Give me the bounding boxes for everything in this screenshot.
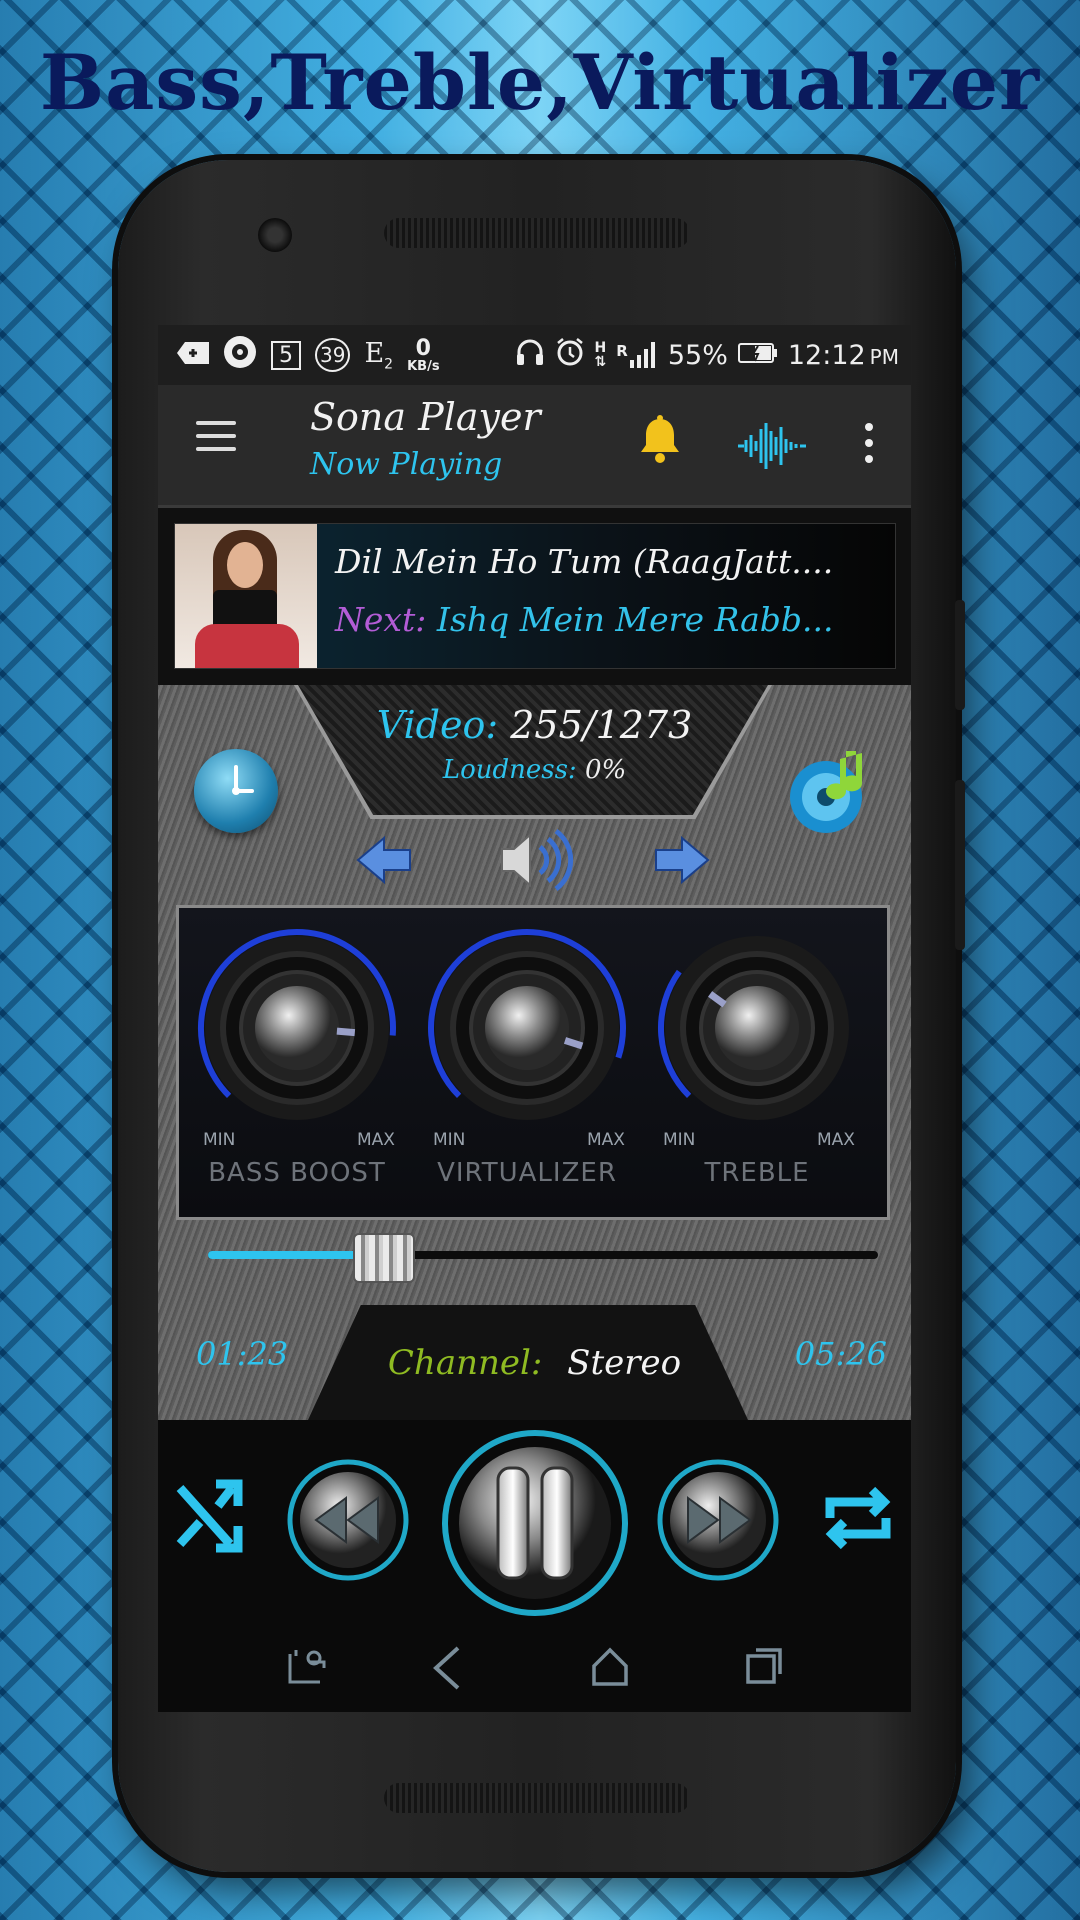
app-title: Sona Player [310, 395, 541, 439]
volume-icon[interactable] [498, 825, 578, 899]
app-subtitle: Now Playing [310, 447, 503, 482]
channel-readout: Channel: Stereo [158, 1343, 911, 1383]
data-rate: 0 KB/s [407, 335, 440, 374]
status-bar: 5 39 E2 0 KB/s H ⇅ R 55% 12:12 PM [158, 325, 911, 385]
knob-min-label: MIN [663, 1130, 696, 1150]
add-notification-icon [177, 340, 209, 371]
bell-icon[interactable] [638, 415, 682, 476]
album-art [175, 524, 317, 668]
next-label: Next: [335, 600, 427, 639]
app-bar: Sona Player Now Playing [158, 385, 911, 508]
sleep-timer-icon[interactable] [194, 749, 278, 833]
home-icon[interactable] [590, 1646, 630, 1692]
data-rate-unit: KB/s [407, 358, 440, 374]
circle-number-badge: 39 [315, 338, 351, 372]
fast-forward-button[interactable] [656, 1458, 780, 1586]
knob-max-label: MAX [587, 1130, 625, 1150]
video-label: Video: [376, 703, 499, 747]
data-arrows-icon: ⇅ [594, 354, 607, 370]
knob-virtualizer[interactable] [427, 928, 627, 1128]
player-panel: Video: 255/1273 Loudness: 0% MIN MAX BAS… [158, 685, 911, 1420]
battery-percent: 55% [667, 339, 728, 371]
clock: 12:12 PM [788, 340, 899, 371]
video-counter: Video: 255/1273 [158, 703, 911, 747]
knob-min-label: MIN [433, 1130, 466, 1150]
net-h-label: H [594, 340, 607, 356]
overflow-menu-icon[interactable] [865, 423, 873, 471]
knob-bass-boost[interactable] [197, 928, 397, 1128]
loudness-label: Loudness: [442, 755, 577, 785]
seek-thumb[interactable] [353, 1233, 416, 1283]
recents-icon[interactable] [744, 1646, 784, 1690]
e-letter: E [364, 337, 385, 369]
music-disc-icon [223, 335, 257, 376]
front-camera [258, 218, 292, 252]
next-arrow-icon[interactable] [654, 835, 712, 889]
e-subscript: 2 [384, 356, 394, 373]
bottom-speaker-grille [384, 1783, 690, 1813]
status-right: H ⇅ R 55% 12:12 PM [515, 337, 899, 374]
track-nav [158, 825, 911, 895]
data-rate-value: 0 [415, 335, 431, 361]
knob-label: TREBLE [704, 1158, 810, 1188]
alarm-icon [555, 337, 585, 374]
volume-button [955, 780, 965, 950]
next-song: Next: Ishq Mein Mere Rabb... [335, 600, 833, 639]
equalizer-wave-icon[interactable] [736, 423, 806, 473]
menu-icon[interactable] [196, 421, 236, 451]
loudness-value: 0% [584, 755, 627, 785]
effects-box: MIN MAX BASS BOOST MIN MAX VIRTUALIZER MIN MAX T… [176, 905, 890, 1220]
back-icon[interactable] [432, 1646, 462, 1694]
box-number-badge: 5 [271, 340, 301, 370]
clock-time: 12:12 [787, 339, 866, 371]
channel-label: Channel: [387, 1343, 543, 1383]
promo-headline: Bass,Treble,Virtualizer [39, 38, 1041, 127]
top-speaker-grille [384, 218, 690, 248]
pause-button[interactable] [440, 1428, 630, 1622]
music-library-icon[interactable] [786, 745, 878, 837]
phone-screen: 5 39 E2 0 KB/s H ⇅ R 55% 12:12 PM Sona P… [158, 325, 911, 1712]
e-indicator: E2 [364, 338, 393, 372]
song-title: Dil Mein Ho Tum (RaagJatt.... [335, 542, 834, 581]
system-nav-bar [158, 1620, 911, 1712]
knob-min-label: MIN [203, 1130, 236, 1150]
knob-label: BASS BOOST [208, 1158, 386, 1188]
net-r-label: R [616, 342, 628, 360]
knob-label: VIRTUALIZER [437, 1158, 617, 1188]
screenshot-icon[interactable] [286, 1648, 328, 1692]
battery-charging-icon [737, 340, 778, 371]
next-song-title: Ishq Mein Mere Rabb... [436, 600, 834, 639]
knob-treble[interactable] [657, 928, 857, 1128]
repeat-icon[interactable] [818, 1478, 898, 1562]
now-playing-card[interactable]: Dil Mein Ho Tum (RaagJatt.... Next: Ishq… [174, 523, 896, 669]
video-value: 255/1273 [510, 703, 693, 747]
rewind-button[interactable] [286, 1458, 410, 1586]
playback-controls [158, 1420, 911, 1620]
power-button [955, 600, 965, 710]
shuffle-icon[interactable] [176, 1478, 252, 1558]
channel-value: Stereo [567, 1343, 682, 1383]
headphones-icon [515, 338, 545, 373]
knob-max-label: MAX [817, 1130, 855, 1150]
knob-max-label: MAX [357, 1130, 395, 1150]
previous-arrow-icon[interactable] [354, 835, 412, 889]
network-h-indicator: H ⇅ [595, 341, 607, 369]
clock-ampm: PM [869, 344, 899, 369]
signal-icon: R [616, 342, 658, 368]
